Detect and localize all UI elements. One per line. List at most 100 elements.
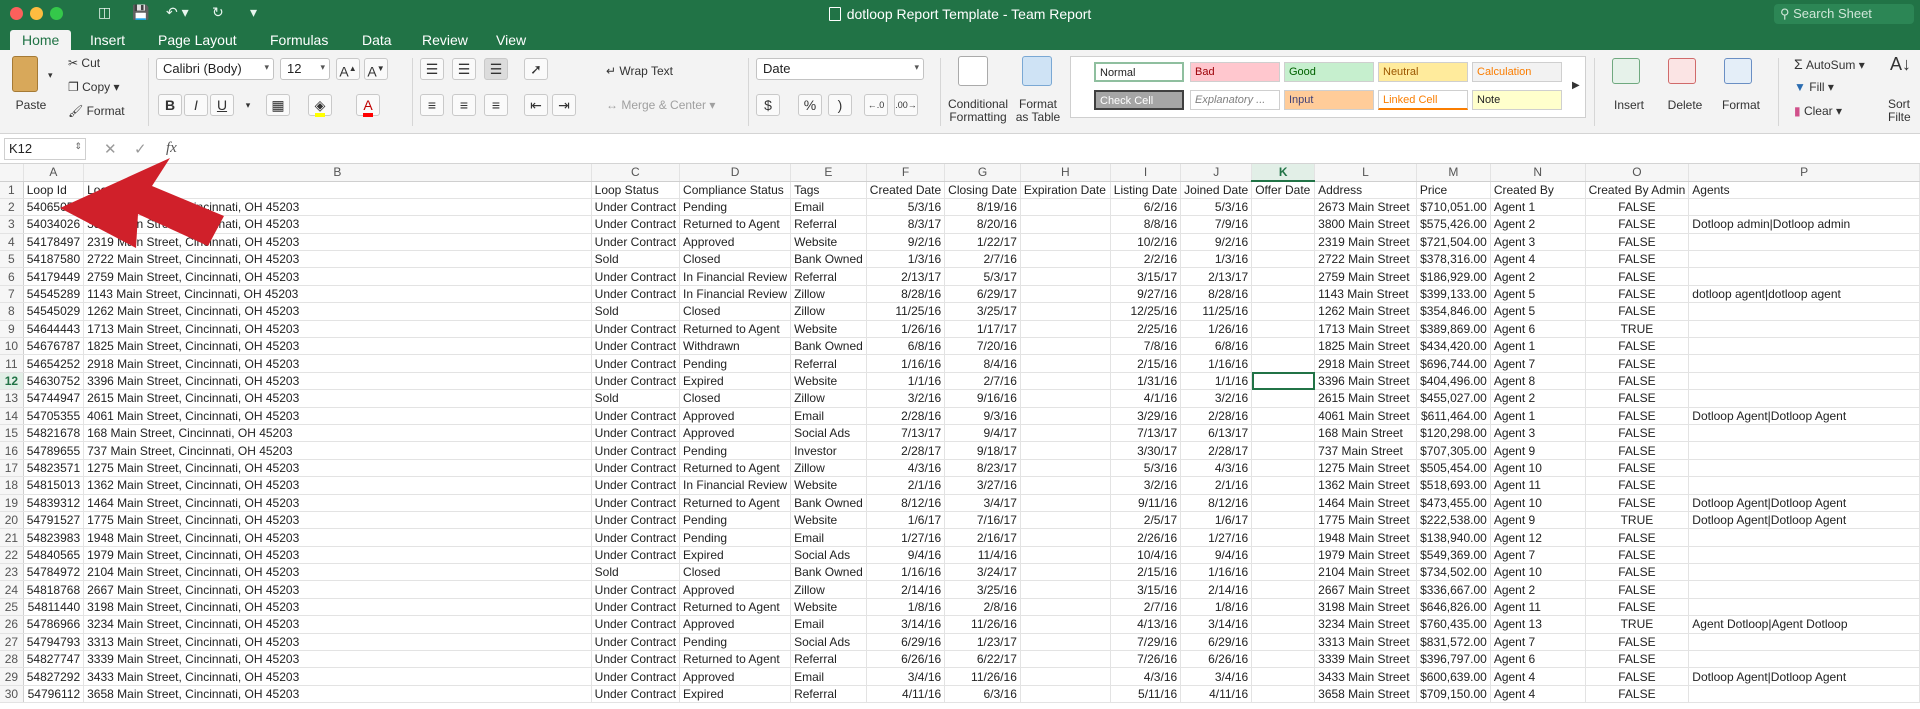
- cell-l[interactable]: 1979 Main Street: [1314, 546, 1417, 565]
- cell-m[interactable]: $646,826.00: [1416, 598, 1491, 617]
- cell-o[interactable]: FALSE: [1585, 424, 1690, 443]
- autosum-button[interactable]: Σ AutoSum ▾: [1794, 56, 1865, 72]
- cell-o[interactable]: FALSE: [1585, 215, 1690, 234]
- sort-filter-button[interactable]: Sort Filte: [1888, 98, 1920, 124]
- cell-p[interactable]: Dotloop Agent|Dotloop Agent: [1688, 494, 1920, 512]
- cell-h[interactable]: [1020, 250, 1111, 269]
- cell-a[interactable]: 54789655: [23, 441, 85, 460]
- cell-a[interactable]: 54744947: [23, 389, 85, 408]
- cell-m[interactable]: $707,305.00: [1416, 441, 1491, 460]
- cell-j[interactable]: 1/16/16: [1180, 354, 1253, 373]
- cell-a[interactable]: 54545289: [23, 285, 85, 304]
- cell-p[interactable]: [1688, 267, 1920, 286]
- cell-d[interactable]: Returned to Agent: [679, 494, 792, 512]
- cell-style-6[interactable]: Explanatory ...: [1190, 90, 1280, 110]
- orientation-button[interactable]: ➚: [524, 58, 548, 80]
- cell-c[interactable]: Under Contract: [591, 320, 681, 339]
- cell-f[interactable]: 9/4/16: [866, 546, 946, 565]
- align-center-button[interactable]: ≡: [452, 94, 476, 116]
- cell-a[interactable]: 54827747: [23, 650, 85, 669]
- cell-p[interactable]: [1688, 650, 1920, 669]
- cell-f[interactable]: 1/6/17: [866, 511, 946, 530]
- cell-d[interactable]: Pending: [679, 354, 792, 373]
- cell-j[interactable]: 4/11/16: [1180, 685, 1253, 704]
- cell-i[interactable]: 6/2/16: [1110, 198, 1182, 217]
- cell-b[interactable]: 2615 Main Street, Cincinnati, OH 45203: [83, 389, 592, 408]
- cell-l[interactable]: 2319 Main Street: [1314, 233, 1417, 252]
- cell-c[interactable]: Under Contract: [591, 633, 681, 652]
- cell-b[interactable]: 1713 Main Street, Cincinnati, OH 45203: [83, 320, 592, 339]
- cell-a[interactable]: 54187580: [23, 250, 85, 269]
- row-header[interactable]: 17: [0, 459, 24, 478]
- cell-f[interactable]: 1/27/16: [866, 528, 946, 547]
- cell-b[interactable]: 1948 Main Street, Cincinnati, OH 45203: [83, 528, 592, 547]
- cell-g[interactable]: 7/16/17: [944, 511, 1021, 530]
- cell-e[interactable]: Website: [790, 233, 867, 252]
- cell-b[interactable]: 2759 Main Street, Cincinnati, OH 45203: [83, 267, 592, 286]
- cell-j[interactable]: 1/16/16: [1180, 563, 1253, 582]
- cell-o[interactable]: FALSE: [1585, 302, 1690, 321]
- cell-o[interactable]: FALSE: [1585, 459, 1690, 478]
- cell-c[interactable]: Under Contract: [591, 598, 681, 617]
- cell-d[interactable]: Closed: [679, 302, 792, 321]
- cell-j[interactable]: 1/27/16: [1180, 528, 1253, 547]
- column-header-l[interactable]: L: [1314, 164, 1417, 182]
- cell-j[interactable]: 6/13/17: [1180, 424, 1253, 443]
- cell-m[interactable]: $600,639.00: [1416, 667, 1491, 686]
- cell-d[interactable]: Returned to Agent: [679, 598, 792, 617]
- cell-g[interactable]: 11/4/16: [944, 546, 1021, 565]
- cell-n[interactable]: Agent 10: [1490, 563, 1586, 582]
- cell-c[interactable]: Under Contract: [591, 285, 681, 304]
- cell-n[interactable]: Agent 3: [1490, 233, 1586, 252]
- cell-f[interactable]: 4/11/16: [866, 685, 946, 704]
- cell-d[interactable]: Approved: [679, 615, 792, 634]
- cell-i[interactable]: 3/15/17: [1110, 267, 1182, 286]
- cell-b[interactable]: 3198 Main Street, Cincinnati, OH 45203: [83, 598, 592, 617]
- cell-m[interactable]: $378,316.00: [1416, 250, 1491, 269]
- cell-g[interactable]: 2/7/16: [944, 372, 1021, 391]
- cell-k[interactable]: [1251, 215, 1316, 234]
- tab-home[interactable]: Home: [10, 30, 72, 50]
- cell-m[interactable]: $138,940.00: [1416, 528, 1491, 547]
- cell-e[interactable]: Social Ads: [790, 546, 867, 565]
- cell-c[interactable]: Under Contract: [591, 337, 681, 356]
- row-header[interactable]: 2: [0, 198, 24, 217]
- cell-i[interactable]: 2/15/16: [1110, 354, 1182, 373]
- cell-m[interactable]: $505,454.00: [1416, 459, 1491, 478]
- cell-f[interactable]: 2/28/17: [866, 441, 946, 460]
- column-header-j[interactable]: J: [1180, 164, 1253, 182]
- decrease-font-button[interactable]: A▼: [364, 58, 388, 80]
- conditional-formatting-icon[interactable]: [958, 56, 988, 86]
- cell-o[interactable]: FALSE: [1585, 494, 1690, 512]
- cell-d[interactable]: In Financial Review: [679, 267, 792, 286]
- cell-o[interactable]: FALSE: [1585, 598, 1690, 617]
- cell-o[interactable]: TRUE: [1585, 511, 1690, 530]
- cell-j[interactable]: 6/26/16: [1180, 650, 1253, 669]
- underline-dropdown[interactable]: ▾: [236, 94, 260, 116]
- cell-c[interactable]: Under Contract: [591, 494, 681, 512]
- cell-style-7[interactable]: Input: [1284, 90, 1374, 110]
- row-header[interactable]: 14: [0, 407, 24, 425]
- cell-g[interactable]: 9/16/16: [944, 389, 1021, 408]
- sort-filter-icon[interactable]: A↓: [1890, 54, 1911, 75]
- cell-f[interactable]: 1/1/16: [866, 372, 946, 391]
- cell-p[interactable]: [1688, 250, 1920, 269]
- cell-f[interactable]: 6/29/16: [866, 633, 946, 652]
- cell-e[interactable]: Zillow: [790, 302, 867, 321]
- cell-m[interactable]: $455,027.00: [1416, 389, 1491, 408]
- cell-n[interactable]: Agent 9: [1490, 441, 1586, 460]
- cell-d[interactable]: Approved: [679, 667, 792, 686]
- row-header[interactable]: 21: [0, 528, 24, 547]
- cell-k[interactable]: [1251, 198, 1316, 217]
- cell-j[interactable]: 3/2/16: [1180, 389, 1253, 408]
- cell-g[interactable]: 9/18/17: [944, 441, 1021, 460]
- cell-a[interactable]: 54823983: [23, 528, 85, 547]
- cell-e[interactable]: Website: [790, 320, 867, 339]
- cell-g[interactable]: 6/22/17: [944, 650, 1021, 669]
- cell-n[interactable]: Agent 7: [1490, 354, 1586, 373]
- cell-a[interactable]: 54839312: [23, 494, 85, 512]
- align-right-button[interactable]: ≡: [484, 94, 508, 116]
- row-header[interactable]: 15: [0, 424, 24, 443]
- row-header[interactable]: 6: [0, 267, 24, 286]
- cell-l[interactable]: 2667 Main Street: [1314, 580, 1417, 599]
